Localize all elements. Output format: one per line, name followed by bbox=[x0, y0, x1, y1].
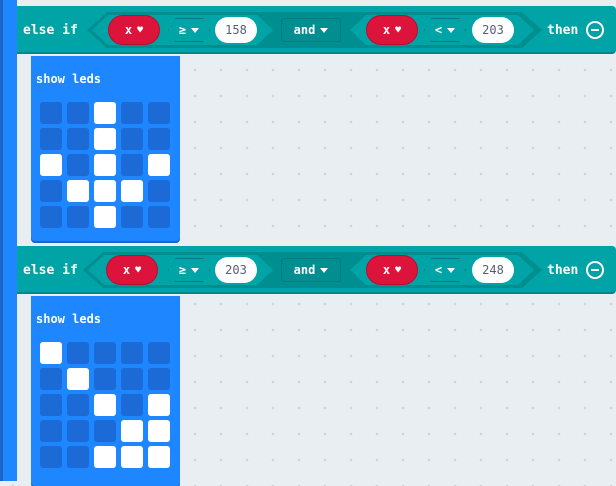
chevron-down-icon bbox=[320, 28, 328, 33]
led-cell[interactable] bbox=[40, 420, 62, 442]
led-cell[interactable] bbox=[94, 342, 116, 364]
led-cell[interactable] bbox=[67, 342, 89, 364]
show-leds-block-2[interactable]: show leds bbox=[31, 296, 180, 486]
led-cell[interactable] bbox=[121, 206, 143, 228]
led-cell[interactable] bbox=[121, 180, 143, 202]
chevron-down-icon bbox=[191, 28, 199, 33]
led-cell[interactable] bbox=[67, 446, 89, 468]
number-input-left[interactable]: 203 bbox=[215, 257, 257, 283]
led-cell[interactable] bbox=[40, 394, 62, 416]
show-leds-title: show leds bbox=[36, 72, 102, 86]
led-cell[interactable] bbox=[94, 154, 116, 176]
led-cell[interactable] bbox=[94, 420, 116, 442]
show-leds-block-1[interactable]: show leds bbox=[31, 56, 180, 241]
led-cell[interactable] bbox=[40, 154, 62, 176]
loop-spine[interactable] bbox=[3, 0, 17, 481]
led-cell[interactable] bbox=[148, 446, 170, 468]
logic-operator-dropdown[interactable]: and bbox=[283, 18, 339, 42]
led-cell[interactable] bbox=[40, 102, 62, 124]
led-cell[interactable] bbox=[67, 368, 89, 390]
compare-operator-dropdown-left[interactable]: ≥ bbox=[168, 258, 210, 282]
chevron-down-icon bbox=[447, 28, 455, 33]
led-cell[interactable] bbox=[148, 102, 170, 124]
led-cell[interactable] bbox=[67, 420, 89, 442]
led-cell[interactable] bbox=[121, 368, 143, 390]
led-cell[interactable] bbox=[148, 128, 170, 150]
led-cell[interactable] bbox=[40, 180, 62, 202]
led-cell[interactable] bbox=[121, 394, 143, 416]
led-cell[interactable] bbox=[94, 128, 116, 150]
else-if-keyword: else if bbox=[23, 23, 78, 38]
else-if-keyword: else if bbox=[23, 263, 78, 278]
heart-icon: ♥ bbox=[395, 24, 402, 36]
minus-circle-icon[interactable] bbox=[586, 21, 604, 39]
led-cell[interactable] bbox=[67, 394, 89, 416]
led-cell[interactable] bbox=[148, 180, 170, 202]
minus-circle-icon[interactable] bbox=[586, 261, 604, 279]
chevron-down-icon bbox=[320, 268, 328, 273]
led-cell[interactable] bbox=[40, 446, 62, 468]
led-cell[interactable] bbox=[148, 394, 170, 416]
led-cell[interactable] bbox=[94, 102, 116, 124]
heart-icon: ♥ bbox=[395, 264, 402, 276]
led-cell[interactable] bbox=[148, 206, 170, 228]
led-cell[interactable] bbox=[67, 206, 89, 228]
variable-x-left[interactable]: x ♥ bbox=[108, 15, 160, 45]
led-grid bbox=[40, 342, 176, 472]
led-cell[interactable] bbox=[40, 368, 62, 390]
variable-x-right[interactable]: x ♥ bbox=[366, 255, 418, 285]
chevron-down-icon bbox=[191, 268, 199, 273]
number-input-right[interactable]: 203 bbox=[472, 17, 514, 43]
led-cell[interactable] bbox=[94, 368, 116, 390]
number-input-right[interactable]: 248 bbox=[472, 257, 514, 283]
compare-operator-dropdown-right[interactable]: < bbox=[424, 258, 466, 282]
led-cell[interactable] bbox=[121, 446, 143, 468]
else-if-block-2[interactable]: else if x ♥ ≥ 203 and x ♥ < 248 then bbox=[17, 246, 616, 294]
led-cell[interactable] bbox=[40, 206, 62, 228]
led-cell[interactable] bbox=[121, 420, 143, 442]
chevron-down-icon bbox=[447, 268, 455, 273]
led-cell[interactable] bbox=[94, 180, 116, 202]
logic-operator-dropdown[interactable]: and bbox=[283, 258, 339, 282]
led-cell[interactable] bbox=[67, 180, 89, 202]
led-cell[interactable] bbox=[148, 154, 170, 176]
led-grid bbox=[40, 102, 176, 232]
led-cell[interactable] bbox=[121, 102, 143, 124]
led-cell[interactable] bbox=[40, 342, 62, 364]
compare-operator-dropdown-left[interactable]: ≥ bbox=[168, 18, 210, 42]
led-cell[interactable] bbox=[148, 368, 170, 390]
heart-icon: ♥ bbox=[137, 24, 144, 36]
led-cell[interactable] bbox=[148, 342, 170, 364]
variable-x-left[interactable]: x ♥ bbox=[106, 255, 158, 285]
led-cell[interactable] bbox=[40, 128, 62, 150]
show-leds-title: show leds bbox=[36, 312, 102, 326]
led-cell[interactable] bbox=[67, 102, 89, 124]
led-cell[interactable] bbox=[94, 206, 116, 228]
led-cell[interactable] bbox=[94, 446, 116, 468]
led-cell[interactable] bbox=[94, 394, 116, 416]
led-cell[interactable] bbox=[148, 420, 170, 442]
led-cell[interactable] bbox=[121, 154, 143, 176]
led-cell[interactable] bbox=[67, 154, 89, 176]
then-keyword: then bbox=[547, 23, 579, 38]
then-keyword: then bbox=[547, 263, 579, 278]
led-cell[interactable] bbox=[67, 128, 89, 150]
led-cell[interactable] bbox=[121, 342, 143, 364]
led-cell[interactable] bbox=[121, 128, 143, 150]
variable-x-right[interactable]: x ♥ bbox=[366, 15, 418, 45]
number-input-left[interactable]: 158 bbox=[215, 17, 257, 43]
compare-operator-dropdown-right[interactable]: < bbox=[424, 18, 466, 42]
else-if-block-1[interactable]: else if x ♥ ≥ 158 and x ♥ < 203 then bbox=[17, 6, 616, 54]
heart-icon: ♥ bbox=[135, 264, 142, 276]
